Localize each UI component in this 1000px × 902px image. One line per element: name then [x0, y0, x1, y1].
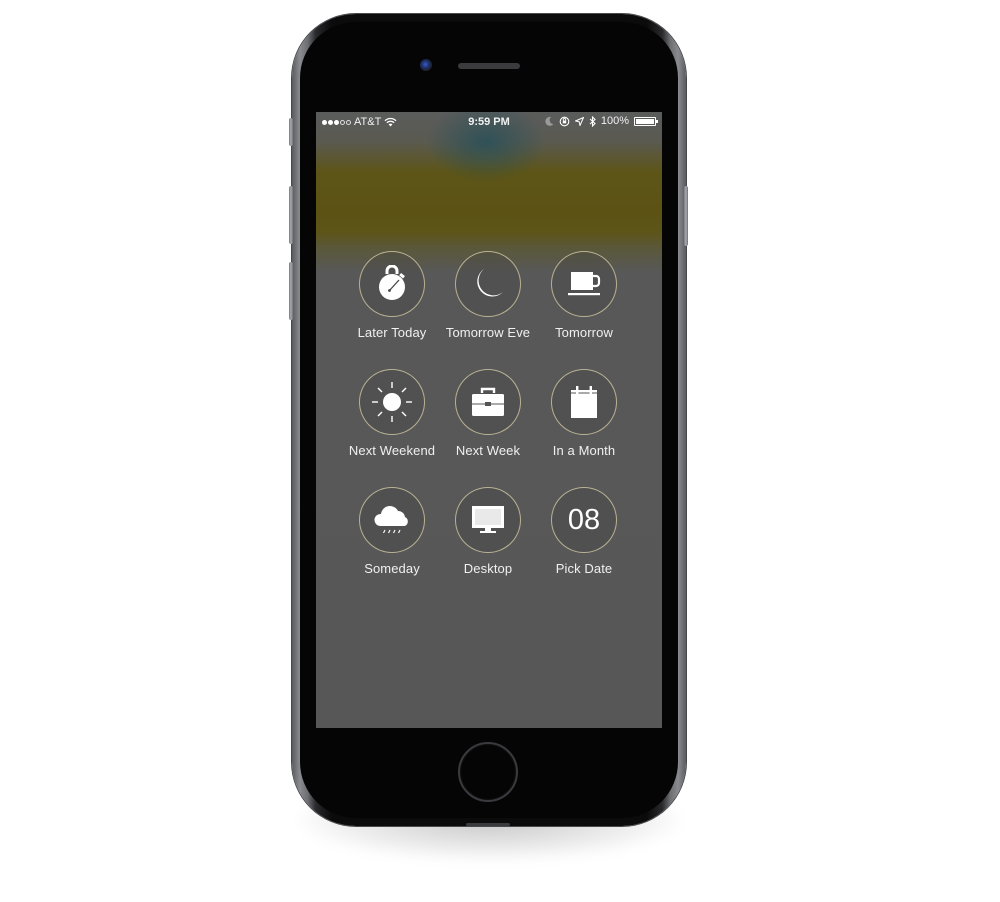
volume-down-button [289, 262, 293, 320]
option-tomorrow-eve[interactable]: Tomorrow Eve [433, 251, 543, 340]
sun-icon [370, 380, 414, 424]
tomorrow-button[interactable] [551, 251, 617, 317]
home-button[interactable] [458, 742, 518, 802]
briefcase-icon [470, 386, 506, 418]
date-number-icon: 08 [567, 503, 601, 536]
pick-date-button[interactable]: 08 [551, 487, 617, 553]
option-label: Tomorrow [555, 325, 613, 340]
desktop-button[interactable] [455, 487, 521, 553]
volume-up-button [289, 186, 293, 244]
option-desktop[interactable]: Desktop [433, 487, 543, 576]
option-later-today[interactable]: Later Today [337, 251, 447, 340]
option-next-week[interactable]: Next Week [433, 369, 543, 458]
option-label: Someday [364, 561, 420, 576]
option-someday[interactable]: Someday [337, 487, 447, 576]
option-label: Desktop [463, 561, 513, 576]
mute-switch [289, 118, 293, 146]
screen: AT&T 9:59 PM 100% Later Today Tomorrow E… [316, 112, 662, 728]
coffee-cup-icon [565, 269, 603, 299]
crescent-moon-icon [469, 265, 507, 303]
next-week-button[interactable] [455, 369, 521, 435]
option-pick-date[interactable]: 08 Pick Date [529, 487, 639, 576]
front-camera [420, 59, 432, 71]
stopwatch-icon [374, 265, 410, 303]
monitor-icon [470, 504, 506, 536]
rain-cloud-icon [372, 503, 412, 537]
earpiece-speaker [458, 63, 520, 69]
later-today-button[interactable] [359, 251, 425, 317]
option-label: Next Weekend [348, 443, 436, 458]
calendar-icon [568, 384, 600, 420]
option-label: Next Week [455, 443, 521, 458]
in-a-month-button[interactable] [551, 369, 617, 435]
option-in-a-month[interactable]: In a Month [529, 369, 639, 458]
next-weekend-button[interactable] [359, 369, 425, 435]
option-label: In a Month [552, 443, 616, 458]
snooze-options-grid: Later Today Tomorrow Eve Tomorrow Next W… [316, 112, 662, 728]
option-next-weekend[interactable]: Next Weekend [337, 369, 447, 458]
option-tomorrow[interactable]: Tomorrow [529, 251, 639, 340]
option-label: Later Today [357, 325, 427, 340]
someday-button[interactable] [359, 487, 425, 553]
tomorrow-eve-button[interactable] [455, 251, 521, 317]
option-label: Tomorrow Eve [445, 325, 531, 340]
lightning-port [466, 823, 510, 826]
option-label: Pick Date [555, 561, 613, 576]
power-button [684, 186, 688, 246]
